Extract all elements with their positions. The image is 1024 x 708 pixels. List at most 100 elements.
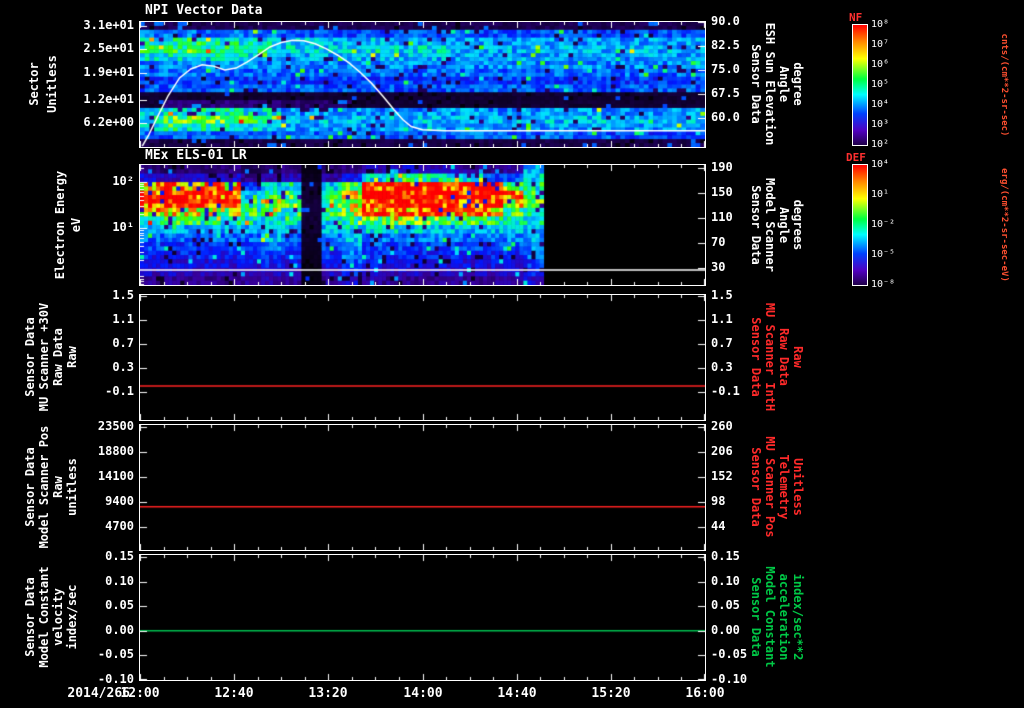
tick-label: 1.5 <box>711 288 733 303</box>
tick-label: -0.10 <box>711 672 748 686</box>
colorbar-tick-label: 10¹ <box>871 189 890 200</box>
tick-label: 10¹ <box>112 220 134 235</box>
tick-label: 4700 <box>105 519 134 533</box>
model-constant-plot <box>139 554 706 681</box>
tick-label: 0.00 <box>711 622 740 637</box>
p1-left-axis-units: Unitless <box>45 55 59 113</box>
nf-colorbar-units: cnts/(cm**2-sr-sec) <box>999 33 1009 137</box>
tick-label: 190 <box>711 160 733 174</box>
tick-label: 0.00 <box>105 622 134 637</box>
tick-label: 0.10 <box>711 573 740 588</box>
tick-label: -0.1 <box>105 383 134 398</box>
tick-label: 2.5e+01 <box>83 41 134 56</box>
p4-right-axis-line3: Telemetry <box>777 454 791 520</box>
x-axis-tick-label: 12:00 <box>120 686 160 701</box>
colorbar-tick-label: 10⁴ <box>871 159 890 170</box>
tick-label: 0.3 <box>711 359 733 374</box>
tick-label: 150 <box>711 185 733 199</box>
npi-spectrogram <box>139 21 706 148</box>
p3-left-axis-line1: Sensor Data <box>23 317 37 397</box>
colorbar-tick-label: 10⁻⁵ <box>871 249 896 260</box>
p5-left-axis-line1: Sensor Data <box>23 577 37 657</box>
tick-label: 0.7 <box>112 336 134 351</box>
tick-label: 152 <box>711 468 733 483</box>
colorbar-tick-label: 10³ <box>871 119 890 130</box>
colorbar-tick-label: 10⁶ <box>871 59 890 70</box>
tick-label: 67.5 <box>711 85 740 100</box>
colorbar-tick-label: 10⁷ <box>871 39 890 50</box>
tick-label: -0.05 <box>97 647 134 662</box>
tick-label: 110 <box>711 210 733 224</box>
p4-left-axis-line2: Model Scanner Pos <box>37 425 51 549</box>
tick-label: 0.15 <box>711 548 740 563</box>
tick-label: 0.05 <box>105 598 134 613</box>
x-axis-tick-label: 16:00 <box>685 686 725 701</box>
p3-right-axis-line4: Raw <box>791 346 805 368</box>
p5-right-axis-line1: Sensor Data <box>749 577 763 657</box>
p4-left-axis-line1: Sensor Data <box>23 447 37 527</box>
tick-label: 90.0 <box>711 14 740 28</box>
tick-label: 260 <box>711 418 733 433</box>
tick-label: 0.15 <box>105 548 134 563</box>
def-colorbar <box>852 164 868 286</box>
def-colorbar-units: erg/(cm**2-sr-sec-eV) <box>999 168 1009 282</box>
tick-label: 98 <box>711 493 726 508</box>
panel-els-title: MEx ELS-01 LR <box>145 148 247 163</box>
tick-label: 60.0 <box>711 109 740 124</box>
p5-right-axis-line4: index/sec**2 <box>791 573 805 661</box>
x-axis-tick-label: 14:00 <box>403 686 443 701</box>
colorbar-tick-label: 10² <box>871 139 890 150</box>
p1-left-axis-title: Sector <box>27 62 41 106</box>
colorbar-tick-label: 10⁸ <box>871 19 890 30</box>
tick-label: 1.1 <box>112 312 134 327</box>
tick-label: 18800 <box>97 444 134 458</box>
colorbar-tick-label: 10⁴ <box>871 99 890 110</box>
p4-right-axis-line4: Unitless <box>791 458 805 516</box>
tick-label: 1.9e+01 <box>83 64 134 79</box>
els-spectrogram <box>139 164 706 286</box>
tick-label: -0.1 <box>711 383 740 398</box>
def-colorbar-title: DEF <box>846 151 866 164</box>
tick-label: 1.2e+01 <box>83 92 134 107</box>
p1-right-axis-line4: degree <box>791 62 805 106</box>
tick-label: 1.1 <box>711 312 733 327</box>
tick-label: 9400 <box>105 494 134 508</box>
tick-label: -0.05 <box>711 647 748 662</box>
p5-left-axis-line2: Model Constant <box>37 566 51 668</box>
tick-label: 75.0 <box>711 61 740 76</box>
p2-right-axis-line4: degrees <box>791 199 805 251</box>
colorbar-tick-label: 10⁵ <box>871 79 890 90</box>
nf-colorbar-title: NF <box>849 11 863 24</box>
tick-label: 14100 <box>97 469 134 483</box>
tick-label: 0.7 <box>711 336 733 351</box>
tick-label: 0.10 <box>105 573 134 588</box>
x-axis-tick-label: 15:20 <box>591 686 631 701</box>
tick-label: 44 <box>711 518 726 533</box>
p5-left-axis-line4: index/sec <box>65 584 79 650</box>
plot-page: NPI Vector Data MEx ELS-01 LR Sector Uni… <box>0 0 1024 708</box>
p4-right-axis-line1: Sensor Data <box>749 447 763 527</box>
p3-left-axis-line2: MU Scanner +30V <box>37 302 51 412</box>
tick-label: 82.5 <box>711 37 740 52</box>
tick-label: 23500 <box>97 419 134 433</box>
mu-scanner-30v-plot <box>139 294 706 421</box>
x-axis-tick-label: 14:40 <box>497 686 537 701</box>
tick-label: 0.3 <box>112 359 134 374</box>
tick-label: 206 <box>711 443 733 458</box>
panel-npi-title: NPI Vector Data <box>145 3 263 18</box>
scanner-pos-plot <box>139 424 706 551</box>
tick-label: -0.10 <box>97 672 134 686</box>
x-axis-tick-label: 12:40 <box>214 686 254 701</box>
tick-label: 1.5 <box>112 288 134 303</box>
tick-label: 3.1e+01 <box>83 17 134 32</box>
tick-label: 6.2e+00 <box>83 114 134 129</box>
nf-colorbar <box>852 24 868 146</box>
colorbar-tick-label: 10⁻² <box>871 219 896 230</box>
colorbar-tick-label: 10⁻⁸ <box>871 279 896 290</box>
tick-label: 70 <box>711 235 726 249</box>
tick-label: 30 <box>711 260 726 274</box>
tick-label: 10² <box>112 174 134 188</box>
p5-left-axis-line3: velocity <box>51 588 65 646</box>
x-axis-tick-label: 13:20 <box>308 686 348 701</box>
tick-label: 0.05 <box>711 598 740 613</box>
